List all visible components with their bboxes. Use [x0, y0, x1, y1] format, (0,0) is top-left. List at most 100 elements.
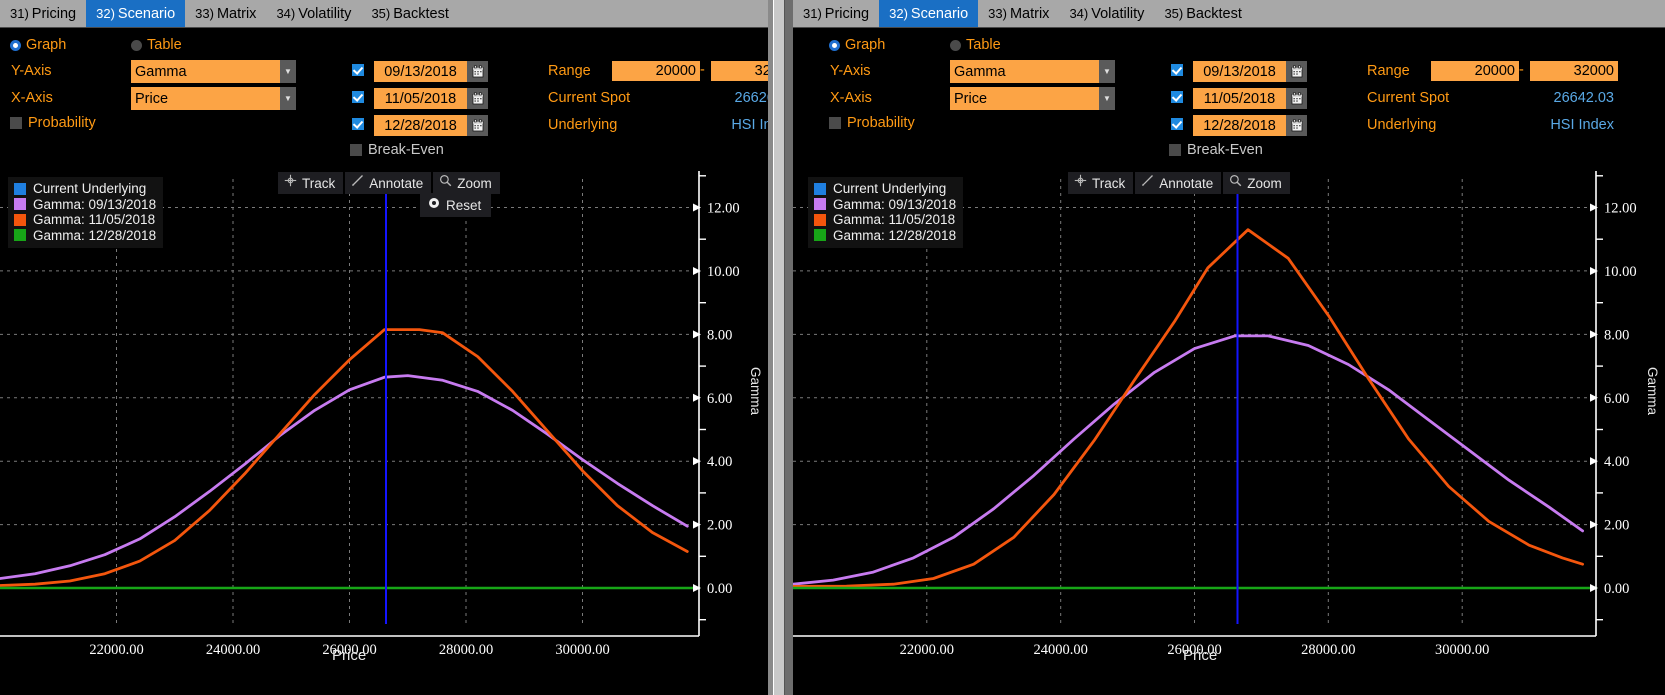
chevron-down-icon[interactable]: ▼ — [280, 60, 296, 83]
right-range-min-input[interactable]: 20000 — [1431, 61, 1519, 81]
right-chart-y-axis-title: Gamma — [1645, 367, 1660, 416]
date-value[interactable]: 11/05/2018 — [374, 88, 467, 109]
x-axis-value: Price — [954, 90, 988, 107]
left-range-min-input[interactable]: 20000 — [612, 61, 700, 81]
left-radio-table[interactable]: Table — [131, 37, 182, 53]
calendar-icon[interactable] — [1286, 88, 1307, 109]
left-probability-checkbox[interactable]: Probability — [10, 115, 96, 131]
right-x-axis-select[interactable]: Price ▼ — [950, 87, 1115, 110]
left-x-axis-select[interactable]: Price ▼ — [131, 87, 296, 110]
right-y-axis-select[interactable]: Gamma ▼ — [950, 60, 1115, 83]
right-chart-tool-annotate[interactable]: Annotate — [1135, 172, 1222, 194]
probability-label: Probability — [847, 115, 915, 131]
controls-left: Graph Table Y-Axis Gamma ▼ X-Axis Price ▼ Probab… — [0, 28, 768, 167]
right-break-even-checkbox[interactable]: Break-Even — [1169, 142, 1263, 158]
pencil-icon — [351, 174, 364, 192]
left-tab-volatility[interactable]: 34) Volatility — [266, 0, 361, 27]
y-tick-label: 2.00 — [1604, 518, 1629, 534]
chart-area-right[interactable]: 0.00 2.00 4.00 6.00 8.00 10.00 12.00 22000.00 24… — [793, 167, 1665, 695]
right-tab-matrix[interactable]: 33) Matrix — [978, 0, 1059, 27]
legend-color-swatch — [14, 229, 26, 242]
left-chart-tool-annotate[interactable]: Annotate — [345, 172, 432, 194]
chart-area-left[interactable]: 0.00 2.00 4.00 6.00 8.00 10.00 12.00 22000.00 24… — [0, 167, 768, 695]
left-y-axis-select[interactable]: Gamma ▼ — [131, 60, 296, 83]
checkbox-box-icon — [350, 144, 362, 156]
right-tab-pricing[interactable]: 31) Pricing — [793, 0, 879, 27]
right-date-checkbox-0[interactable] — [1171, 64, 1183, 76]
legend-color-swatch — [14, 198, 26, 211]
legend-item: Gamma: 12/28/2018 — [814, 228, 956, 244]
left-date-checkbox-0[interactable] — [352, 64, 364, 76]
right-date-checkbox-1[interactable] — [1171, 91, 1183, 103]
right-underlying-value: HSI Index — [1550, 117, 1614, 133]
right-radio-table[interactable]: Table — [950, 37, 1001, 53]
y-tick-label: 4.00 — [1604, 454, 1629, 470]
magnifier-icon — [1229, 174, 1242, 192]
legend-color-swatch — [814, 213, 826, 226]
right-range-max-input[interactable]: 32000 — [1530, 61, 1618, 81]
right-chart-tool-zoom[interactable]: Zoom — [1223, 172, 1290, 194]
left-tab-pricing[interactable]: 31) Pricing — [0, 0, 86, 27]
date-value[interactable]: 11/05/2018 — [1193, 88, 1286, 109]
right-tab-backtest[interactable]: 35) Backtest — [1154, 0, 1251, 27]
x-axis-value: Price — [135, 90, 169, 107]
left-chart-reset-button[interactable]: Reset — [420, 193, 492, 217]
left-radio-graph[interactable]: Graph — [10, 37, 66, 53]
right-chart-x-axis-title: Price — [1183, 647, 1218, 664]
calendar-icon[interactable] — [467, 88, 488, 109]
left-chart-tool-zoom[interactable]: Zoom — [433, 172, 500, 194]
application-window: 31) Pricing 32) Scenario 33) Matrix 34) Volatil… — [0, 0, 1665, 695]
x-tick-label: 30000.00 — [555, 642, 609, 658]
right-date-checkbox-2[interactable] — [1171, 118, 1183, 130]
x-tick-label: 28000.00 — [439, 642, 493, 658]
left-tab-backtest[interactable]: 35) Backtest — [361, 0, 458, 27]
date-value[interactable]: 12/28/2018 — [374, 115, 467, 136]
left-tab-scenario[interactable]: 32) Scenario — [86, 0, 186, 27]
left-chart-tool-track[interactable]: Track — [278, 172, 344, 194]
left-date-field-0[interactable]: 09/13/2018 — [374, 61, 488, 82]
calendar-icon[interactable] — [467, 61, 488, 82]
date-value[interactable]: 12/28/2018 — [1193, 115, 1286, 136]
left-date-checkbox-1[interactable] — [352, 91, 364, 103]
calendar-icon[interactable] — [467, 115, 488, 136]
right-radio-graph[interactable]: Graph — [829, 37, 885, 53]
left-break-even-checkbox[interactable]: Break-Even — [350, 142, 444, 158]
tab-number: 35) — [371, 6, 391, 21]
calendar-icon[interactable] — [1286, 115, 1307, 136]
tab-label: Volatility — [298, 5, 352, 22]
legend-label: Gamma: 12/28/2018 — [833, 227, 957, 243]
y-tick-label: 2.00 — [707, 518, 732, 534]
left-date-checkbox-2[interactable] — [352, 118, 364, 130]
right-probability-checkbox[interactable]: Probability — [829, 115, 915, 131]
date-value[interactable]: 09/13/2018 — [1193, 61, 1286, 82]
vertical-scrollbar[interactable] — [773, 0, 785, 695]
right-date-field-0[interactable]: 09/13/2018 — [1193, 61, 1307, 82]
right-range-label: Range — [1367, 63, 1410, 79]
left-range-max-input[interactable]: 32000 — [711, 61, 768, 81]
x-tick-label: 24000.00 — [1034, 642, 1088, 658]
left-tab-matrix[interactable]: 33) Matrix — [185, 0, 266, 27]
break-even-label: Break-Even — [368, 142, 444, 158]
chevron-down-icon[interactable]: ▼ — [1099, 87, 1115, 110]
left-chart-legend: Current Underlying Gamma: 09/13/2018 Gamma… — [8, 177, 164, 248]
right-date-field-2[interactable]: 12/28/2018 — [1193, 115, 1307, 136]
range-min-value: 20000 — [655, 63, 696, 79]
checkbox-box-icon — [1171, 64, 1183, 76]
crosshair-icon — [1074, 174, 1087, 192]
chevron-down-icon[interactable]: ▼ — [280, 87, 296, 110]
tab-label: Backtest — [1186, 5, 1242, 22]
left-date-field-1[interactable]: 11/05/2018 — [374, 88, 488, 109]
tab-number: 31) — [10, 6, 29, 21]
right-tab-scenario[interactable]: 32) Scenario — [879, 0, 979, 27]
calendar-icon[interactable] — [1286, 61, 1307, 82]
right-tab-volatility[interactable]: 34) Volatility — [1059, 0, 1154, 27]
tab-label: Pricing — [824, 5, 870, 22]
right-current-spot-value: 26642.03 — [1553, 90, 1614, 106]
right-date-field-1[interactable]: 11/05/2018 — [1193, 88, 1307, 109]
right-y-axis-label: Y-Axis — [830, 63, 871, 79]
right-chart-tool-track[interactable]: Track — [1068, 172, 1134, 194]
date-value[interactable]: 09/13/2018 — [374, 61, 467, 82]
left-date-field-2[interactable]: 12/28/2018 — [374, 115, 488, 136]
left-y-axis-label: Y-Axis — [11, 63, 52, 79]
chevron-down-icon[interactable]: ▼ — [1099, 60, 1115, 83]
